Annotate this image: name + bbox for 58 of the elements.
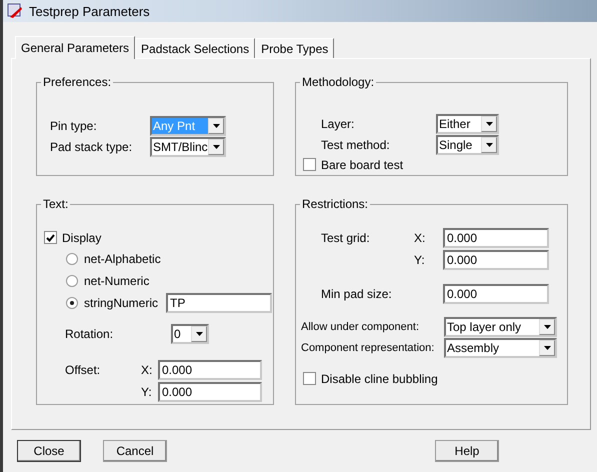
caret-icon	[486, 142, 492, 147]
field-label: Test method:	[321, 138, 391, 152]
tab[interactable]: General Parameters	[15, 36, 136, 59]
field-label: Test grid:	[321, 231, 371, 245]
dropdown[interactable]: Top layer only	[444, 316, 557, 336]
group-title: Text:	[42, 197, 70, 211]
field-label: X:	[141, 363, 154, 377]
group-title: Methodology:	[301, 75, 376, 89]
window-title: Testprep Parameters	[29, 4, 150, 18]
dropdown[interactable]: Single	[436, 134, 499, 155]
checkbox[interactable]	[44, 231, 57, 244]
input-field[interactable]: 0.000	[443, 284, 549, 304]
app-icon	[7, 3, 23, 19]
caret-icon	[544, 324, 550, 328]
tab[interactable]: Padstack Selections	[135, 38, 256, 58]
field-label: Allow under component:	[301, 320, 420, 332]
checkbox-label: Disable cline bubbling	[321, 372, 438, 386]
dropdown[interactable]: 0	[171, 324, 209, 344]
dropdown[interactable]: Either	[436, 114, 499, 134]
field-label: Pad stack type:	[50, 140, 134, 154]
checkbox[interactable]	[303, 372, 316, 385]
group-title: Preferences:	[42, 75, 112, 89]
tab[interactable]: Probe Types	[255, 38, 334, 58]
caret-icon	[196, 332, 202, 336]
radio-button[interactable]	[66, 253, 78, 265]
dropdown[interactable]: SMT/Blinc	[150, 136, 226, 156]
radio-button[interactable]	[66, 275, 78, 287]
field-label: Y:	[141, 385, 153, 399]
check-icon	[46, 234, 55, 242]
caret-icon	[544, 346, 550, 350]
field-label: X:	[414, 231, 426, 245]
field-label: Rotation:	[65, 326, 114, 340]
caret-icon	[212, 144, 220, 148]
input-field[interactable]: TP	[166, 293, 272, 313]
group-title: Restrictions:	[301, 197, 370, 211]
field-label: Offset:	[65, 363, 102, 377]
radio-label: net-Numeric	[84, 274, 150, 288]
input-field[interactable]: 0.000	[443, 228, 549, 248]
input-field[interactable]: 0.000	[158, 382, 262, 402]
radio-button[interactable]	[66, 297, 78, 309]
checkbox-label: Display	[62, 230, 102, 244]
dialog-button[interactable]: Cancel	[103, 440, 167, 462]
input-field[interactable]: 0.000	[158, 360, 262, 380]
field-label: Layer:	[321, 117, 356, 132]
field-label: Min pad size:	[321, 286, 393, 300]
dialog-button[interactable]: Help	[435, 440, 499, 462]
caret-icon	[212, 124, 220, 128]
checkbox[interactable]	[303, 158, 316, 172]
input-field[interactable]: 0.000	[443, 250, 549, 270]
dropdown[interactable]: Assembly	[444, 338, 557, 358]
checkbox-label: Bare board test	[321, 158, 404, 172]
field-label: Y:	[414, 253, 426, 267]
caret-icon	[486, 122, 492, 126]
radio-label: net-Alphabetic	[84, 252, 161, 266]
field-label: Pin type:	[50, 118, 98, 132]
dialog-button[interactable]: Close	[17, 440, 81, 462]
radio-label: stringNumeric	[84, 296, 160, 310]
field-label: Component representation:	[301, 342, 436, 354]
